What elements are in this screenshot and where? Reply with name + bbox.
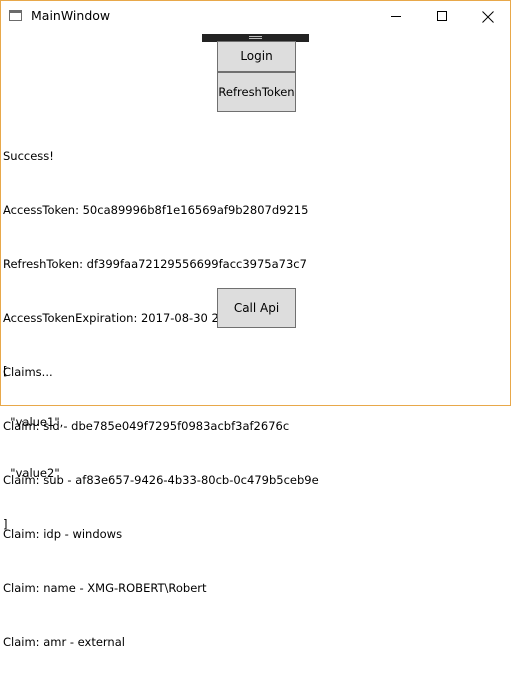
api-output-line: ] — [3, 517, 8, 531]
maximize-icon[interactable] — [419, 1, 465, 32]
output-line: AccessToken: 50ca89996b8f1e16569af9b2807… — [3, 203, 309, 217]
refresh-token-button[interactable]: RefreshToken — [217, 72, 296, 112]
window-title: MainWindow — [31, 8, 111, 23]
grip-line — [249, 36, 262, 37]
main-window: MainWindow Login RefreshToken Success! A… — [0, 0, 511, 649]
output-line: Claim: amr - external — [3, 635, 125, 649]
api-output: [ "value1", "value2" ] — [3, 329, 63, 567]
api-output-line: "value1", — [3, 415, 64, 429]
minimize-icon[interactable] — [373, 1, 419, 32]
window-icon — [9, 10, 22, 21]
login-button[interactable]: Login — [217, 41, 296, 72]
call-api-button[interactable]: Call Api — [217, 288, 296, 328]
output-line: Claim: name - XMG-ROBERT\Robert — [3, 581, 207, 595]
close-icon[interactable] — [465, 1, 511, 32]
api-output-line: "value2" — [3, 466, 60, 480]
grip-line — [249, 38, 262, 39]
output-line: Success! — [3, 149, 54, 163]
output-line: RefreshToken: df399faa72129556699facc397… — [3, 257, 307, 271]
api-output-line: [ — [3, 364, 8, 378]
title-bar[interactable]: MainWindow — [1, 1, 510, 32]
